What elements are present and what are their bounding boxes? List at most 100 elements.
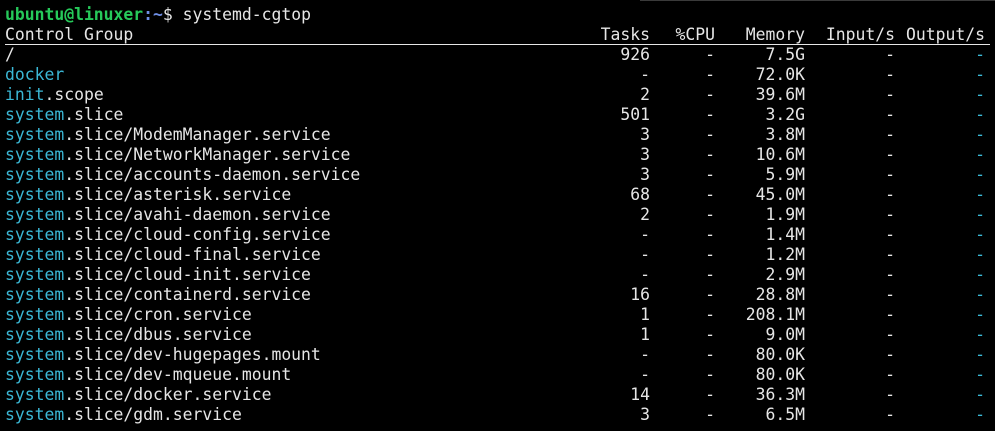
terminal-window[interactable]: ubuntu@linuxer:~$ systemd-cgtop Control … bbox=[5, 5, 990, 425]
table-row: system.slice/accounts-daemon.service 3 - 5.… bbox=[5, 165, 990, 185]
output-value: - bbox=[975, 145, 985, 164]
input-value: - bbox=[885, 105, 895, 124]
memory-value: 9.0M bbox=[765, 325, 805, 344]
header-control-group: Control Group bbox=[5, 25, 134, 44]
tasks-value: 14 bbox=[630, 385, 650, 404]
control-group-prefix: system bbox=[5, 285, 65, 304]
control-group-suffix: / bbox=[5, 45, 15, 64]
table-row: system.slice/cloud-init.service - - 2.9M - - bbox=[5, 265, 990, 285]
control-group-prefix: system bbox=[5, 225, 65, 244]
control-group-prefix: init bbox=[5, 85, 45, 104]
input-value: - bbox=[885, 305, 895, 324]
input-value: - bbox=[885, 245, 895, 264]
tasks-value: 3 bbox=[640, 125, 650, 144]
table-row: system.slice/containerd.service 16 - 28.8M -… bbox=[5, 285, 990, 305]
control-group-suffix: .slice/ModemManager.service bbox=[64, 125, 331, 144]
control-group-name: system.slice bbox=[5, 105, 123, 125]
input-value: - bbox=[885, 285, 895, 304]
control-group-suffix: .slice/cloud-config.service bbox=[64, 225, 331, 244]
control-group-name: system.slice/cloud-init.service bbox=[5, 265, 311, 285]
input-value: - bbox=[885, 325, 895, 344]
input-value: - bbox=[885, 365, 895, 384]
input-value: - bbox=[885, 165, 895, 184]
control-group-prefix: system bbox=[5, 205, 65, 224]
control-group-suffix: .slice/avahi-daemon.service bbox=[64, 205, 331, 224]
prompt-command: systemd-cgtop bbox=[182, 5, 311, 24]
cpu-value: - bbox=[705, 85, 715, 104]
memory-value: 2.9M bbox=[765, 265, 805, 284]
input-value: - bbox=[885, 185, 895, 204]
control-group-prefix: system bbox=[5, 265, 65, 284]
table-row: init.scope 2 - 39.6M - - bbox=[5, 85, 990, 105]
input-value: - bbox=[885, 145, 895, 164]
control-group-name: system.slice/ModemManager.service bbox=[5, 125, 331, 145]
table-row: system.slice/dbus.service 1 - 9.0M - - bbox=[5, 325, 990, 345]
prompt-user-host: ubuntu@linuxer bbox=[5, 5, 144, 24]
tasks-value: - bbox=[640, 225, 650, 244]
tasks-value: 3 bbox=[640, 405, 650, 424]
cpu-value: - bbox=[705, 405, 715, 424]
memory-value: 1.2M bbox=[765, 245, 805, 264]
cpu-value: - bbox=[705, 45, 715, 64]
control-group-name: system.slice/dev-hugepages.mount bbox=[5, 345, 321, 365]
table-row: system.slice/asterisk.service 68 - 45.0M - - bbox=[5, 185, 990, 205]
cpu-value: - bbox=[705, 245, 715, 264]
control-group-suffix: .scope bbox=[44, 85, 104, 104]
control-group-prefix: docker bbox=[5, 65, 65, 84]
header-input: Input/s bbox=[825, 25, 895, 44]
output-value: - bbox=[975, 65, 985, 84]
control-group-name: system.slice/NetworkManager.service bbox=[5, 145, 350, 165]
control-group-prefix: system bbox=[5, 245, 65, 264]
prompt-line: ubuntu@linuxer:~$ systemd-cgtop bbox=[5, 5, 990, 25]
control-group-suffix: .slice/accounts-daemon.service bbox=[64, 165, 361, 184]
cpu-value: - bbox=[705, 365, 715, 384]
cgroup-table-body: /926-7.5G - - docker - -72.0K - - init.scope 2-39… bbox=[5, 45, 990, 425]
memory-value: 39.6M bbox=[755, 85, 805, 104]
control-group-name: init.scope bbox=[5, 85, 104, 105]
control-group-name: system.slice/docker.service bbox=[5, 385, 271, 405]
memory-value: 10.6M bbox=[755, 145, 805, 164]
memory-value: 36.3M bbox=[755, 385, 805, 404]
memory-value: 28.8M bbox=[755, 285, 805, 304]
header-output: Output/s bbox=[906, 25, 985, 44]
cpu-value: - bbox=[705, 105, 715, 124]
output-value: - bbox=[975, 325, 985, 344]
control-group-name: / bbox=[5, 45, 15, 65]
memory-value: 3.8M bbox=[765, 125, 805, 144]
cpu-value: - bbox=[705, 285, 715, 304]
table-row: system.slice/gdm.service 3 - 6.5M - - bbox=[5, 405, 990, 425]
tasks-value: - bbox=[640, 345, 650, 364]
header-cpu: %CPU bbox=[675, 25, 715, 44]
table-row: / 926 - 7.5G - - bbox=[5, 45, 990, 65]
window-edge-line bbox=[640, 0, 995, 1]
output-value: - bbox=[975, 105, 985, 124]
table-row: system.slice/cron.service 1 - 208.1M - - bbox=[5, 305, 990, 325]
prompt-symbol: $ bbox=[162, 5, 183, 24]
tasks-value: 926 bbox=[620, 45, 650, 64]
output-value: - bbox=[975, 225, 985, 244]
memory-value: 80.0K bbox=[755, 365, 805, 384]
control-group-name: system.slice/containerd.service bbox=[5, 285, 311, 305]
control-group-suffix: .slice/NetworkManager.service bbox=[64, 145, 351, 164]
input-value: - bbox=[885, 45, 895, 64]
tasks-value: - bbox=[640, 365, 650, 384]
cpu-value: - bbox=[705, 325, 715, 344]
output-value: - bbox=[975, 385, 985, 404]
control-group-prefix: system bbox=[5, 105, 65, 124]
memory-value: 45.0M bbox=[755, 185, 805, 204]
output-value: - bbox=[975, 245, 985, 264]
tasks-value: 1 bbox=[640, 305, 650, 324]
table-row: system.slice/cloud-config.service - - 1.4M -… bbox=[5, 225, 990, 245]
input-value: - bbox=[885, 405, 895, 424]
table-header: Control Group Tasks %CPU Memory Input/s … bbox=[5, 25, 990, 45]
cpu-value: - bbox=[705, 205, 715, 224]
control-group-prefix: system bbox=[5, 325, 65, 344]
cpu-value: - bbox=[705, 305, 715, 324]
table-row: system.slice/avahi-daemon.service 2 - 1.9M -… bbox=[5, 205, 990, 225]
control-group-prefix: system bbox=[5, 365, 65, 384]
memory-value: 3.2G bbox=[765, 105, 805, 124]
cpu-value: - bbox=[705, 185, 715, 204]
input-value: - bbox=[885, 85, 895, 104]
header-memory: Memory bbox=[745, 25, 805, 44]
control-group-name: system.slice/asterisk.service bbox=[5, 185, 291, 205]
